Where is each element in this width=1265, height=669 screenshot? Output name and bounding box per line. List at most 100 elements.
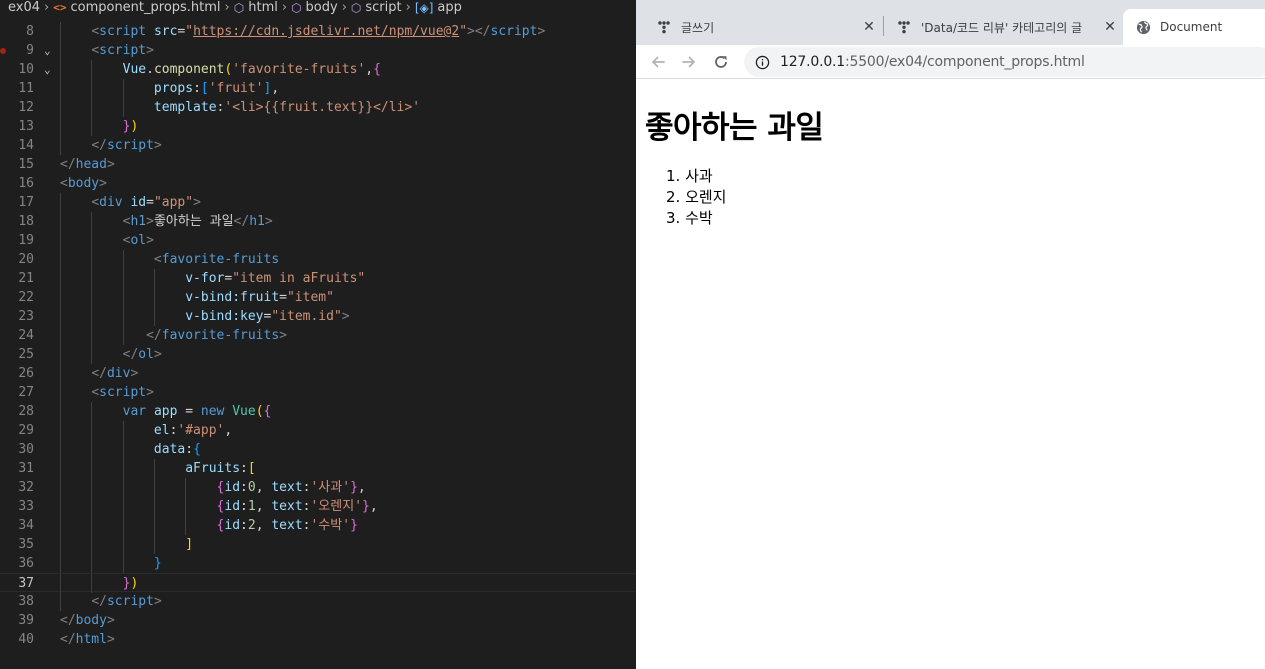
line-number[interactable]: 23 xyxy=(0,307,34,326)
line-number[interactable]: 32 xyxy=(0,478,34,497)
code-token: < xyxy=(91,385,100,400)
line-number[interactable]: 29 xyxy=(0,421,34,440)
breadcrumb-label: script xyxy=(365,0,402,15)
code-line[interactable]: 12 template:'<li>{{fruit.text}}</li>' xyxy=(0,98,636,117)
code-token: aFruits xyxy=(185,461,241,476)
line-number[interactable]: 39 xyxy=(0,611,34,630)
forward-button[interactable] xyxy=(677,50,701,74)
close-icon[interactable]: ✕ xyxy=(1101,18,1119,36)
code-line[interactable]: 40 </html> xyxy=(0,630,636,649)
breakpoint-icon[interactable] xyxy=(0,48,6,54)
code-line[interactable]: 17 <div id="app"> xyxy=(0,193,636,212)
code-token: > xyxy=(153,594,162,609)
code-line[interactable]: 27 <script> xyxy=(0,383,636,402)
tab-document[interactable]: Document xyxy=(1123,9,1265,45)
line-number[interactable]: 31 xyxy=(0,459,34,478)
list-item: 3. 수박 xyxy=(666,209,713,227)
line-number[interactable]: 28 xyxy=(0,402,34,421)
line-number[interactable]: 17 xyxy=(0,193,34,212)
line-number[interactable]: 27 xyxy=(0,383,34,402)
line-number[interactable]: 10 xyxy=(0,60,34,79)
line-number[interactable]: 26 xyxy=(0,364,34,383)
code-line[interactable]: 38 </script> xyxy=(0,592,636,611)
close-icon[interactable]: ✕ xyxy=(860,18,878,36)
chevron-down-icon[interactable]: ⌄ xyxy=(44,41,51,60)
breadcrumb-item-file[interactable]: <> component_props.html xyxy=(53,0,220,16)
code-text: <ol> xyxy=(60,231,154,250)
code-line[interactable]: 37 }) xyxy=(0,573,636,593)
line-number[interactable]: 37 xyxy=(0,574,34,593)
code-line[interactable]: 36 } xyxy=(0,554,636,573)
line-number[interactable]: 34 xyxy=(0,516,34,535)
code-line[interactable]: 33 {id:1, text:'오렌지'}, xyxy=(0,497,636,516)
code-line[interactable]: 16 <body> xyxy=(0,174,636,193)
line-number[interactable]: 12 xyxy=(0,98,34,117)
chevron-down-icon[interactable]: ⌄ xyxy=(44,60,51,79)
line-number[interactable]: 18 xyxy=(0,212,34,231)
code-line[interactable]: 30 data:{ xyxy=(0,440,636,459)
code-line[interactable]: 18 <h1>좋아하는 과일</h1> xyxy=(0,212,636,231)
code-line[interactable]: 20 <favorite-fruits xyxy=(0,250,636,269)
breadcrumb-item-html[interactable]: ⬡ html xyxy=(234,0,278,16)
line-number[interactable]: 24 xyxy=(0,326,34,345)
line-number[interactable]: 40 xyxy=(0,630,34,649)
code-line[interactable]: 35 ] xyxy=(0,535,636,554)
code-line[interactable]: 10 ⌄ Vue.component('favorite-fruits',{ xyxy=(0,60,636,79)
breadcrumb-item-app[interactable]: [◈] app xyxy=(415,0,462,16)
code-area[interactable]: 8 <script src="https://cdn.jsdelivr.net/… xyxy=(0,22,636,649)
line-number[interactable]: 15 xyxy=(0,155,34,174)
url-text[interactable]: 127.0.0.1:5500/ex04/component_props.html xyxy=(780,54,1085,70)
code-token: , xyxy=(224,423,233,438)
code-token: } xyxy=(362,499,370,514)
tab-strip: 글쓰기 ✕ 'Data/코드 리뷰' 카테고리의 글 ✕ Document xyxy=(636,0,1265,45)
line-number[interactable]: 11 xyxy=(0,79,34,98)
code-text: }) xyxy=(60,117,139,136)
code-line[interactable]: 26 </div> xyxy=(0,364,636,383)
code-line[interactable]: 39 </body> xyxy=(0,611,636,630)
line-number[interactable]: 38 xyxy=(0,592,34,611)
line-number[interactable]: 22 xyxy=(0,288,34,307)
code-line[interactable]: 22 v-bind:fruit="item" xyxy=(0,288,636,307)
code-line[interactable]: 31 aFruits:[ xyxy=(0,459,636,478)
code-line[interactable]: 8 <script src="https://cdn.jsdelivr.net/… xyxy=(0,22,636,41)
code-line[interactable]: 24 </favorite-fruits> xyxy=(0,326,636,345)
code-line[interactable]: 14 </script> xyxy=(0,136,636,155)
code-line[interactable]: 25 </ol> xyxy=(0,345,636,364)
breadcrumb-item-body[interactable]: ⬡ body xyxy=(291,0,338,16)
code-line[interactable]: 23 v-bind:key="item.id"> xyxy=(0,307,636,326)
code-token: new xyxy=(200,404,225,419)
tab-write[interactable]: 글쓰기 ✕ xyxy=(644,9,884,45)
line-number[interactable]: 33 xyxy=(0,497,34,516)
code-line[interactable]: 15 </head> xyxy=(0,155,636,174)
address-bar[interactable]: 127.0.0.1:5500/ex04/component_props.html xyxy=(744,47,1265,77)
line-number[interactable]: 21 xyxy=(0,269,34,288)
code-line[interactable]: 32 {id:0, text:'사과'}, xyxy=(0,478,636,497)
line-number[interactable]: 19 xyxy=(0,231,34,250)
line-number[interactable]: 13 xyxy=(0,117,34,136)
code-line[interactable]: 21 v-for="item in aFruits" xyxy=(0,269,636,288)
tab-category[interactable]: 'Data/코드 리뷰' 카테고리의 글 ✕ xyxy=(888,9,1121,45)
reload-button[interactable] xyxy=(709,50,733,74)
line-number[interactable]: 14 xyxy=(0,136,34,155)
code-line[interactable]: 9 ⌄ <script> xyxy=(0,41,636,60)
code-line[interactable]: 34 {id:2, text:'수박'} xyxy=(0,516,636,535)
info-icon[interactable] xyxy=(754,54,770,70)
line-number[interactable]: 8 xyxy=(0,22,34,41)
back-button[interactable] xyxy=(646,50,670,74)
code-line[interactable]: 28 var app = new Vue({ xyxy=(0,402,636,421)
line-number[interactable]: 16 xyxy=(0,174,34,193)
breadcrumb-item-script[interactable]: ⬡ script xyxy=(351,0,402,16)
code-line[interactable]: 19 <ol> xyxy=(0,231,636,250)
line-number[interactable]: 25 xyxy=(0,345,34,364)
code-line[interactable]: 29 el:'#app', xyxy=(0,421,636,440)
code-line[interactable]: 13 }) xyxy=(0,117,636,136)
line-number[interactable]: 36 xyxy=(0,554,34,573)
line-number[interactable]: 20 xyxy=(0,250,34,269)
code-editor[interactable]: ex04 › <> component_props.html › ⬡ html … xyxy=(0,0,636,669)
breadcrumb-item-folder[interactable]: ex04 xyxy=(8,0,40,16)
code-line[interactable]: 11 props:['fruit'], xyxy=(0,79,636,98)
line-number[interactable]: 35 xyxy=(0,535,34,554)
line-number[interactable]: 30 xyxy=(0,440,34,459)
